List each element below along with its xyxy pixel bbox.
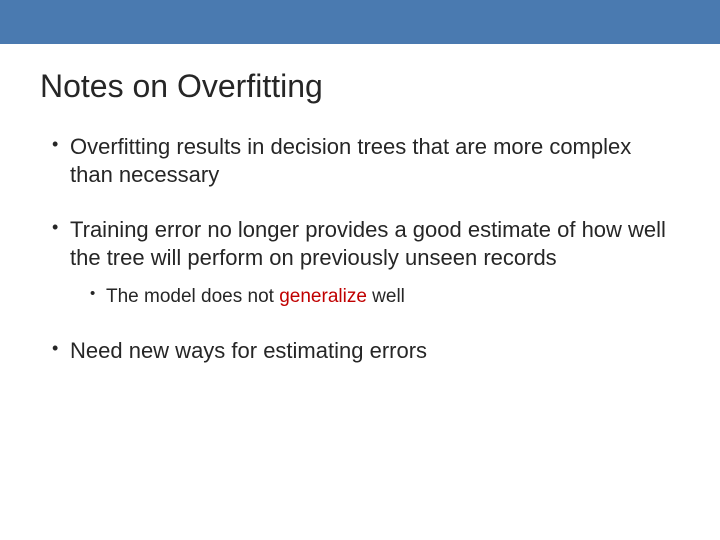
slide-body: Notes on Overfitting Overfitting results… (0, 44, 720, 364)
sub-bullet-pre: The model does not (106, 286, 279, 307)
list-item: Overfitting results in decision trees th… (56, 133, 680, 188)
bullet-text: Training error no longer provides a good… (70, 217, 666, 270)
list-item: Training error no longer provides a good… (56, 216, 680, 309)
sub-list: The model does not generalize well (70, 285, 680, 309)
list-item: Need new ways for estimating errors (56, 337, 680, 365)
sub-bullet-post: well (367, 286, 405, 307)
list-item: The model does not generalize well (92, 285, 680, 309)
bullet-text: Overfitting results in decision trees th… (70, 134, 631, 187)
bullet-list: Overfitting results in decision trees th… (40, 133, 680, 364)
slide-title: Notes on Overfitting (40, 68, 680, 105)
header-bar (0, 0, 720, 44)
bullet-text: Need new ways for estimating errors (70, 338, 427, 363)
sub-bullet-accent: generalize (279, 286, 367, 307)
